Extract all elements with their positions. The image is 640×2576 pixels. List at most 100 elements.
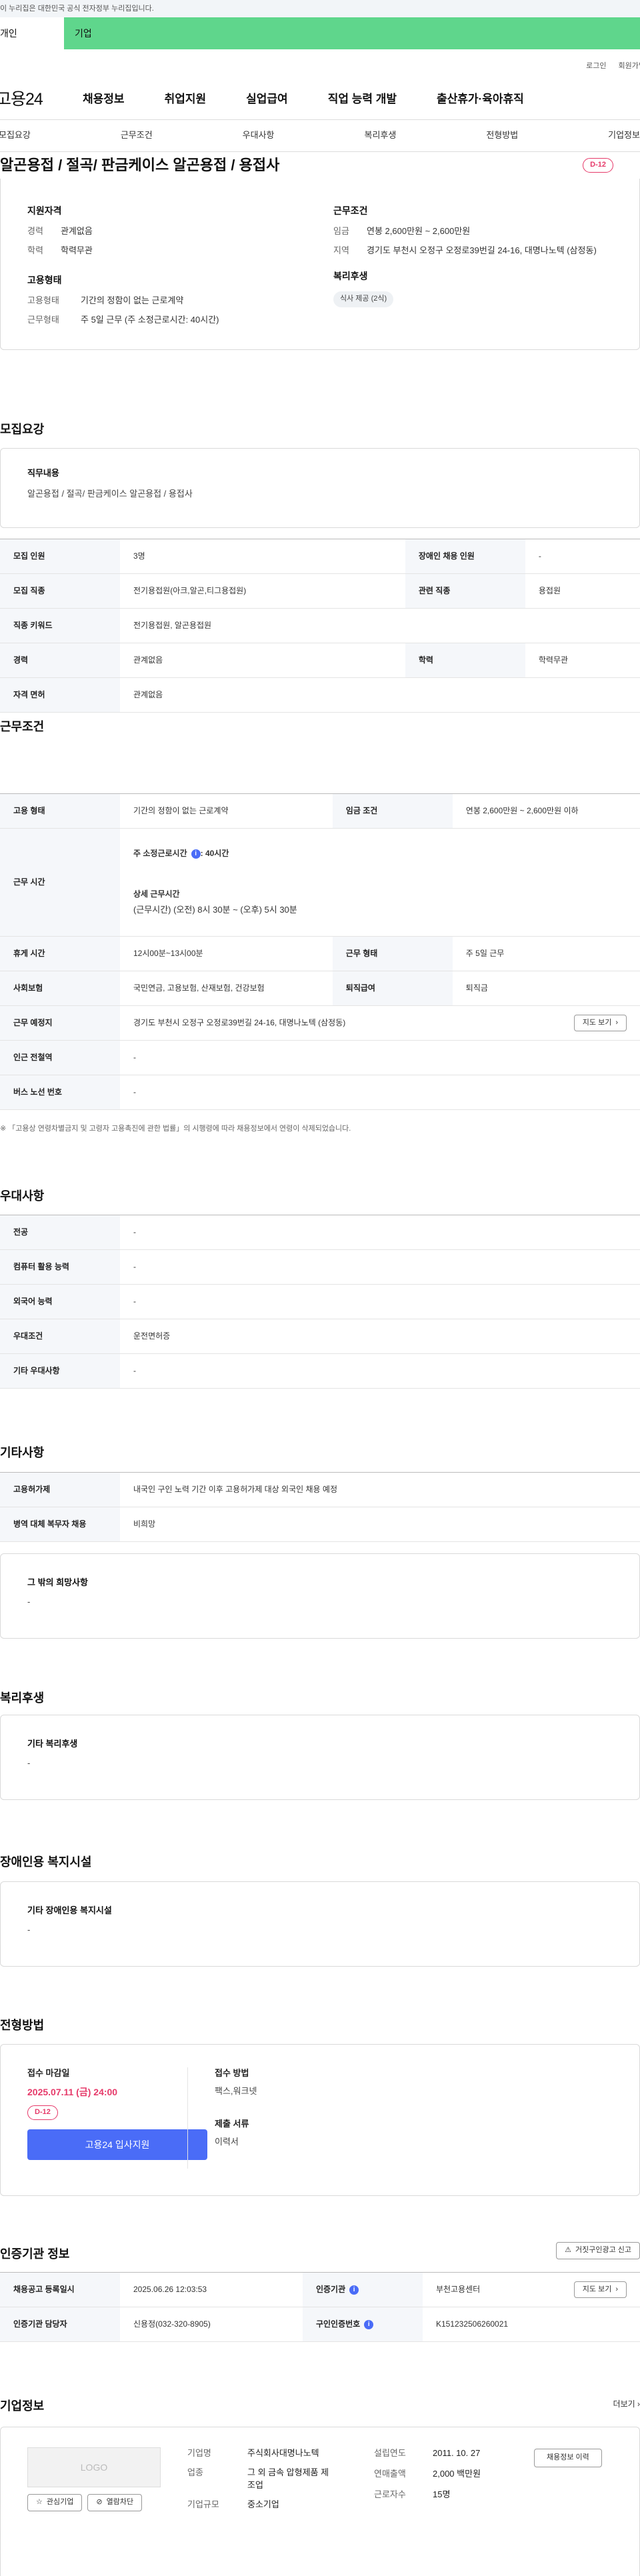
snb-benefit[interactable]: 복리후생	[364, 129, 396, 142]
main-nav: 고용24 채용정보 취업지원 실업급여 직업 능력 개발 출산휴가·육아휴직	[0, 80, 640, 120]
table-row: 사회보험 국민연금, 고용보험, 산재보험, 건강보험 퇴직급여 퇴직금	[0, 971, 640, 1006]
kv-key: 학력	[27, 245, 43, 256]
table-row: 직종 키워드 전기용접원, 알곤용접원	[0, 608, 640, 643]
info-icon[interactable]: i	[191, 849, 201, 859]
apply-button[interactable]: 고용24 입사지원	[27, 2129, 207, 2161]
hours-detail-title: 상세 근무시간	[133, 889, 180, 899]
cell-key: 버스 노선 번호	[0, 1075, 120, 1110]
cell-value: K151232506260021	[422, 2307, 640, 2342]
kv-row: 근로자수 15명	[374, 2489, 507, 2501]
place-cell: 경기도 부천시 오정구 오정로39번길 24-16, 대명나노텍 (삼정동) 지도…	[120, 1005, 640, 1041]
kv-value: 주식회사대명나노텍	[247, 2448, 319, 2458]
nav-parental-leave[interactable]: 출산휴가·육아휴직	[437, 91, 524, 108]
snb-pref[interactable]: 우대사항	[243, 129, 275, 142]
tab-company[interactable]: 기업	[64, 17, 640, 49]
cell-key: 휴게 시간	[0, 936, 120, 971]
kv-row: 업종 그 외 금속 압형제품 제조업	[187, 2467, 361, 2492]
kv-value: 중소기업	[247, 2499, 279, 2509]
report-button[interactable]: ⚠ 거짓구인광고 신고	[556, 2242, 640, 2259]
etc-box-text: -	[27, 1596, 31, 1607]
section-nav: 모집요강 근무조건 우대사항 복리후생 전형방법 기업정보	[0, 120, 640, 152]
table-row: 컴퓨터 활용 능력 -	[0, 1249, 640, 1285]
interest-button[interactable]: ☆ 관심기업	[27, 2494, 83, 2511]
apply-wrap: 고용24 입사지원	[27, 2129, 207, 2161]
etc-heading: 기타사항	[0, 1446, 45, 1459]
welfare-chip: 식사 제공 (2식)	[333, 291, 394, 308]
nav-employment-support[interactable]: 취업지원	[165, 91, 207, 108]
map-button-label: 지도 보기	[582, 1018, 612, 1027]
work-heading: 근무조건	[0, 720, 45, 733]
cell-key: 고용 형태	[0, 793, 120, 829]
hours-week-label: 주 소정근로시간	[133, 848, 187, 858]
table-row: 모집 직종 전기용접원(아크,알곤,티그용접원) 관련 직종 용접원	[0, 573, 640, 609]
site-logo[interactable]: 고용24	[0, 87, 83, 111]
utility-links: 로그인 회원가입	[5, 49, 640, 80]
snb-process[interactable]: 전형방법	[486, 129, 518, 142]
table-row: 근무 시간 주 소정근로시간 i: 40시간 상세 근무시간 (근무시간) (오전…	[0, 828, 640, 937]
cell-value: 연봉 2,600만원 ~ 2,600만원 이하	[452, 793, 640, 829]
table-row: 휴게 시간 12시00분~13시00분 근무 형태 주 5일 근무	[0, 936, 640, 971]
nav-jobs[interactable]: 채용정보	[83, 91, 125, 108]
cell-key: 병역 대체 복무자 채용	[0, 1507, 120, 1542]
cell-key: 직종 키워드	[0, 608, 120, 643]
join-link[interactable]: 회원가입	[619, 61, 640, 80]
cell-key: 전공	[0, 1215, 120, 1250]
process-right: 접수 방법 팩스,워크넷 제출 서류 이력서	[187, 2067, 639, 2169]
company-heading: 기업정보	[0, 2399, 45, 2413]
kv-row: 기업규모 중소기업	[187, 2499, 361, 2511]
cell-value: 전기용접원(아크,알곤,티그용접원)	[120, 573, 405, 609]
cell-value: 주 5일 근무	[452, 936, 640, 971]
block-button[interactable]: ⊘ 열람차단	[87, 2494, 143, 2511]
disabled-box: 기타 장애인용 복지시설 -	[0, 1881, 640, 1967]
cell-value: 신용정(032-320-8905)	[120, 2307, 303, 2342]
kv-row: 임금 연봉 2,600만원 ~ 2,600만원	[333, 225, 613, 238]
cell-key: 인근 전철역	[0, 1040, 120, 1075]
cell-value: -	[120, 1284, 640, 1319]
logo-text: LOGO	[80, 2461, 108, 2473]
company-logo: LOGO	[27, 2447, 161, 2487]
tab-individual[interactable]: 개인	[0, 17, 64, 49]
hours-week-line: 주 소정근로시간 i: 40시간	[133, 848, 627, 859]
kv-key: 설립연도	[374, 2448, 406, 2458]
kv-key: 근무형태	[27, 315, 59, 325]
map-button-label: 지도 보기	[582, 2285, 612, 2293]
cert-num-key: 구인인증번호	[315, 2319, 361, 2329]
cell-value: 용접원	[525, 573, 640, 609]
hours-week-value: : 40시간	[200, 848, 229, 858]
cell-value: -	[120, 1075, 640, 1110]
company-actions: ☆ 관심기업 ⊘ 열람차단	[27, 2494, 143, 2511]
snb-company[interactable]: 기업정보	[608, 129, 640, 142]
recruit-table: 모집 인원 3명 장애인 채용 인원 - 모집 직종 전기용접원(아크,알곤,티그용접원…	[0, 539, 640, 713]
nav-skills-development[interactable]: 직업 능력 개발	[328, 91, 397, 108]
snb-recruit[interactable]: 모집요강	[0, 129, 31, 142]
table-row: 기타 우대사항 -	[0, 1353, 640, 1389]
process-box: 접수 마감일 2025.07.11 (금) 24:00 D-12 고용24 입사…	[0, 2044, 640, 2196]
company-more-link[interactable]: 더보기 ›	[613, 2399, 640, 2410]
map-button[interactable]: 지도 보기 ›	[573, 1014, 627, 1032]
job-title: 알곤용접 / 절곡/ 판금케이스 알곤용접 / 용접사	[0, 157, 280, 174]
agency-map-button[interactable]: 지도 보기 ›	[573, 2281, 627, 2299]
chevron-right-icon: ›	[615, 2285, 618, 2293]
info-icon[interactable]: i	[349, 2285, 359, 2295]
cell-key: 우대조건	[0, 1319, 120, 1354]
gov-banner-text: 이 누리집은 대한민국 공식 전자정부 누리집입니다.	[0, 5, 154, 13]
cell-key: 구인인증번호 i	[302, 2307, 423, 2342]
cell-key: 퇴직급여	[332, 971, 453, 1006]
method-title: 접수 방법	[215, 2068, 249, 2078]
job-history-button[interactable]: 채용정보 이력	[534, 2449, 602, 2467]
login-link[interactable]: 로그인	[586, 61, 606, 80]
kv-key: 임금	[333, 226, 349, 237]
kv-value: 기간의 정함이 없는 근로계약	[81, 295, 184, 306]
etc-hope-box: 그 밖의 희망사항 -	[0, 1553, 640, 1639]
info-icon[interactable]: i	[364, 2319, 374, 2329]
cell-key: 자격 면허	[0, 677, 120, 713]
benefit-box-text: -	[27, 1757, 31, 1768]
kv-row: 경력 관계없음	[27, 225, 307, 238]
cell-value: 전기용접원, 알곤용접원	[120, 608, 640, 643]
place-value: 경기도 부천시 오정구 오정로39번길 24-16, 대명나노텍 (삼정동)	[133, 1017, 346, 1027]
cell-value: 기간의 정함이 없는 근로계약	[120, 793, 333, 829]
table-row: 고용허가제 내국인 구인 노력 기간 이후 고용허가제 대상 외국인 채용 예정	[0, 1472, 640, 1507]
cell-key: 모집 인원	[0, 539, 120, 574]
snb-work[interactable]: 근무조건	[121, 129, 153, 142]
nav-unemployment-benefit[interactable]: 실업급여	[246, 91, 288, 108]
